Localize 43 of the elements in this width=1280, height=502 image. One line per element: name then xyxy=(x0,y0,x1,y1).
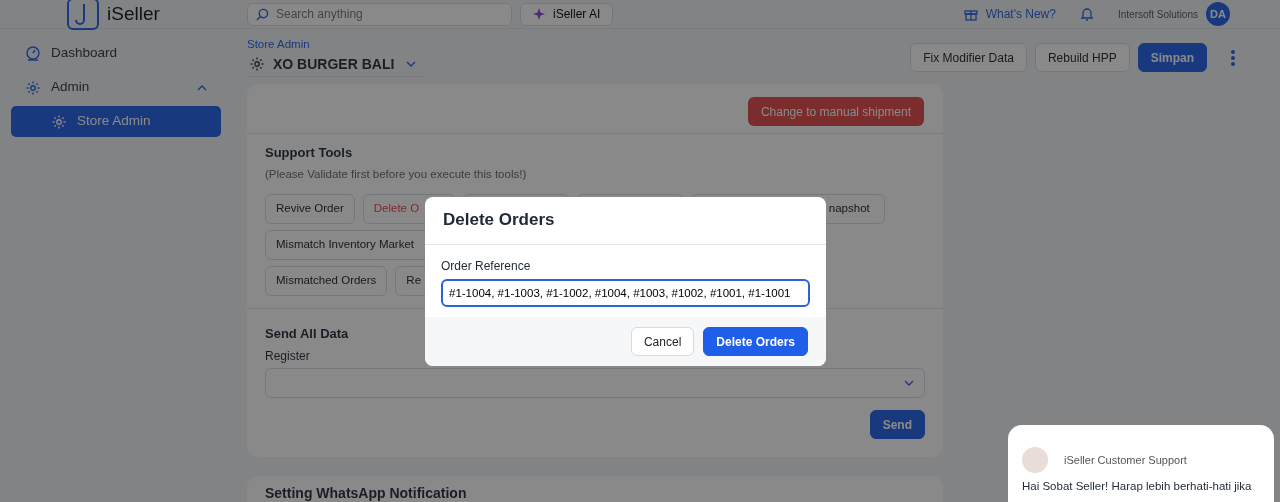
search-icon xyxy=(256,7,269,21)
gift-icon xyxy=(963,7,978,21)
section-title: Support Tools xyxy=(265,144,353,162)
ai-button[interactable]: iSeller AI xyxy=(520,2,614,26)
whats-new-link[interactable]: What's New? xyxy=(963,5,1056,23)
search-field[interactable]: Search anything xyxy=(247,2,512,26)
delete-button[interactable]: Delete Orders xyxy=(703,327,808,356)
field-label: Order Reference xyxy=(441,258,532,275)
sidebar-item[interactable]: Store Admin xyxy=(11,106,221,137)
more-icon[interactable] xyxy=(1231,49,1235,66)
bell-icon[interactable] xyxy=(1079,6,1094,22)
cancel-button[interactable]: Cancel xyxy=(630,327,695,356)
dashboard-icon xyxy=(25,45,41,62)
company-name: Intersoft Solutions xyxy=(1117,7,1198,22)
tool-button[interactable]: Revive Order xyxy=(265,194,355,224)
gear-icon xyxy=(51,113,67,130)
gear-icon xyxy=(249,56,265,72)
dialog-title: Delete Orders xyxy=(425,197,826,245)
gear-icon xyxy=(25,79,41,96)
logo-icon xyxy=(67,0,99,30)
chevron-icon xyxy=(904,380,914,386)
action-button[interactable]: Fix Modifier Data xyxy=(910,43,1027,72)
section-title: Send All Data xyxy=(265,325,349,343)
send-button[interactable]: Send xyxy=(869,410,925,439)
tool-button[interactable]: Mismatched Orders xyxy=(265,266,388,296)
user-avatar[interactable]: DA xyxy=(1206,2,1230,26)
sidebar-item[interactable]: Admin xyxy=(11,72,221,103)
store-name: XO BURGER BALI xyxy=(273,55,395,73)
sparkle-icon xyxy=(533,7,547,21)
field-label: Register xyxy=(265,348,311,364)
order-reference-field[interactable]: #1-1004, #1-1003, #1-1002, #1004, #1003, #1002, #1001, #1-1001 xyxy=(441,279,810,307)
save-button[interactable]: Simpan xyxy=(1137,43,1207,72)
section-title: Setting WhatsApp Notification xyxy=(265,484,467,502)
action-button[interactable]: Rebuild HPP xyxy=(1034,43,1130,72)
section-note: (Please Validate first before you execute this tools!) xyxy=(265,167,528,182)
chat-message: Hai Sobat Seller! Harap lebih berhati-hati jika xyxy=(1022,479,1252,494)
manual-shipment-button[interactable]: Change to manual shipment xyxy=(747,97,924,126)
breadcrumb-link[interactable]: Store Admin xyxy=(247,36,427,52)
sidebar-item[interactable]: Dashboard xyxy=(11,38,221,69)
avatar-circle xyxy=(1022,447,1048,473)
logo-text: iSeller xyxy=(107,3,160,25)
chat-sender: iSeller Customer Support xyxy=(1064,452,1187,468)
chevron-icon[interactable] xyxy=(406,61,417,67)
